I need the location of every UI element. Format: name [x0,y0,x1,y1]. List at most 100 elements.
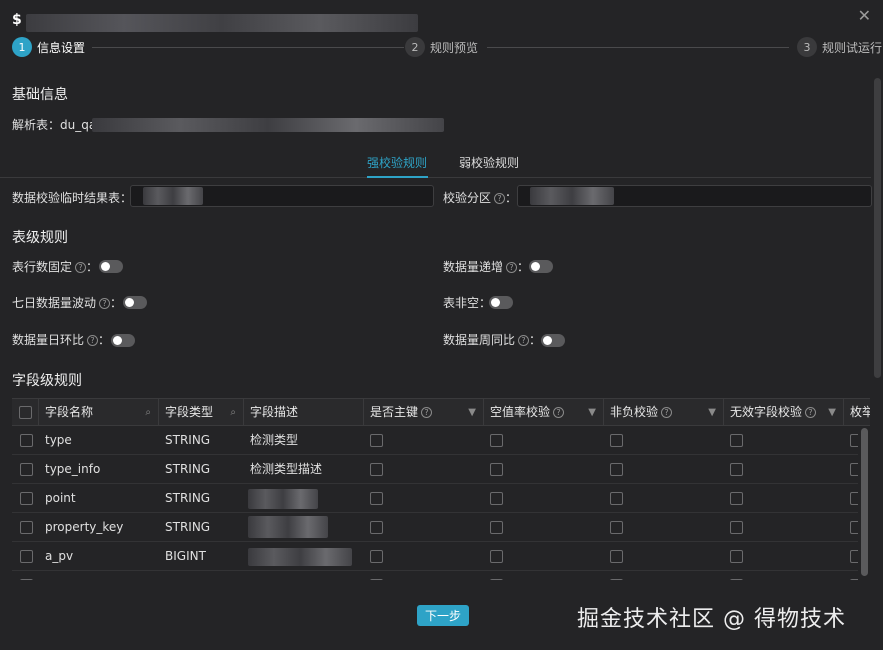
redacted-title [26,14,418,32]
rule-label: 数据量日环比 [12,333,85,347]
null-rate-checkbox[interactable] [490,434,503,447]
close-icon[interactable]: ✕ [858,6,871,25]
table-header: 字段名称 ⌕ 字段类型 ⌕ 字段描述 是否主键? ▼ 空值率校验? ▼ 非负校验? ▼ 无… [12,399,870,426]
question-icon[interactable]: ? [661,407,673,418]
step-2[interactable]: 2 规则预览 [405,37,478,57]
dialog-title: $ [12,12,22,28]
toggle-week-over-week[interactable] [541,334,565,347]
step-3[interactable]: 3 规则试运行 [797,37,882,57]
field-type-cell: STRING [165,520,211,534]
step-3-label: 规则试运行 [822,40,883,55]
step-2-number: 2 [405,37,425,57]
table-row: point STRING [12,484,870,513]
step-1[interactable]: 1 信息设置 [12,37,85,57]
field-type-cell: STRING [165,433,211,447]
row-checkbox[interactable] [20,492,33,505]
rule-config-dialog: $ ✕ 1 信息设置 2 规则预览 3 规则试运行 基础信息 解析表：du_qa… [0,0,883,650]
question-icon[interactable]: ? [553,407,565,418]
tab-active-indicator [367,176,428,178]
invalid-field-checkbox[interactable] [730,434,743,447]
non-negative-checkbox[interactable] [610,550,623,563]
row-checkbox[interactable] [20,521,33,534]
search-icon[interactable]: ⌕ [145,399,151,426]
field-rules-title: 字段级规则 [12,373,82,389]
non-negative-checkbox[interactable] [610,521,623,534]
filter-icon[interactable]: ▼ [708,399,716,426]
field-name-cell: property_key [45,520,124,534]
invalid-field-checkbox[interactable] [730,463,743,476]
primary-key-checkbox[interactable] [370,434,383,447]
non-negative-checkbox[interactable] [610,579,623,580]
primary-key-checkbox[interactable] [370,579,383,580]
primary-key-checkbox[interactable] [370,550,383,563]
field-rules-table: 字段名称 ⌕ 字段类型 ⌕ 字段描述 是否主键? ▼ 空值率校验? ▼ 非负校验? ▼ 无… [12,398,870,580]
rule-label: 数据量周同比 [443,333,516,347]
rule-table-not-empty: 表非空： [443,294,491,311]
col-field-name: 字段名称 ⌕ [39,399,159,426]
primary-key-checkbox[interactable] [370,521,383,534]
filter-icon[interactable]: ▼ [468,399,476,426]
question-icon[interactable]: ? [494,193,506,204]
field-name-cell: a_pv [45,549,74,563]
null-rate-checkbox[interactable] [490,579,503,580]
toggle-table-not-empty[interactable] [489,296,513,309]
step-divider [92,47,404,48]
rule-label: 数据量递增 [443,260,504,274]
steps-bar: 1 信息设置 2 规则预览 3 规则试运行 [12,37,883,57]
toggle-volume-increase[interactable] [529,260,553,273]
row-checkbox[interactable] [20,434,33,447]
rule-label: 表行数固定 [12,260,73,274]
question-icon[interactable]: ? [99,298,111,309]
invalid-field-checkbox[interactable] [730,550,743,563]
table-scrollbar-thumb[interactable] [861,428,868,576]
col-enum: 枚举 [844,399,870,426]
parse-table-label: 解析表：du_qa [12,118,97,132]
null-rate-checkbox[interactable] [490,492,503,505]
question-icon[interactable]: ? [421,407,433,418]
null-rate-checkbox[interactable] [490,521,503,534]
row-checkbox[interactable] [20,550,33,563]
non-negative-checkbox[interactable] [610,463,623,476]
field-desc-cell: 检测类型描述 [250,462,323,476]
temp-table-input[interactable] [130,185,434,207]
null-rate-checkbox[interactable] [490,550,503,563]
filter-icon[interactable]: ▼ [588,399,596,426]
invalid-field-checkbox[interactable] [730,492,743,505]
step-3-number: 3 [797,37,817,57]
toggle-row-count-fixed[interactable] [99,260,123,273]
invalid-field-checkbox[interactable] [730,579,743,580]
rule-label: 表非空： [443,296,492,310]
primary-key-checkbox[interactable] [370,492,383,505]
question-icon[interactable]: ? [75,262,87,273]
field-name-cell: point [45,491,76,505]
redacted-desc [248,516,328,538]
filter-icon[interactable]: ▼ [828,399,836,426]
partition-input[interactable] [517,185,872,207]
field-type-cell: BIGINT [159,571,206,580]
col-field-desc: 字段描述 [244,399,364,426]
redacted-desc [248,548,352,566]
partition-label: 校验分区 [443,191,492,205]
question-icon[interactable]: ? [87,335,99,346]
search-icon[interactable]: ⌕ [230,399,236,426]
toggle-seven-day-fluctuation[interactable] [123,296,147,309]
tab-weak-rules[interactable]: 弱校验规则 [459,154,519,171]
question-icon[interactable]: ? [518,335,530,346]
non-negative-checkbox[interactable] [610,434,623,447]
next-step-button[interactable]: 下一步 [417,605,469,626]
rule-week-over-week: 数据量周同比?： [443,333,542,347]
dialog-scrollbar[interactable] [874,78,881,378]
question-icon[interactable]: ? [805,407,817,418]
select-all-checkbox[interactable] [19,406,32,419]
row-checkbox[interactable] [20,463,33,476]
table-row: type_info STRING 检测类型描述 [12,455,870,484]
toggle-day-over-day[interactable] [111,334,135,347]
primary-key-checkbox[interactable] [370,463,383,476]
tab-strong-rules[interactable]: 强校验规则 [367,154,427,171]
non-negative-checkbox[interactable] [610,492,623,505]
field-name-cell [39,571,45,580]
row-checkbox[interactable] [20,579,33,580]
null-rate-checkbox[interactable] [490,463,503,476]
invalid-field-checkbox[interactable] [730,521,743,534]
question-icon[interactable]: ? [506,262,518,273]
